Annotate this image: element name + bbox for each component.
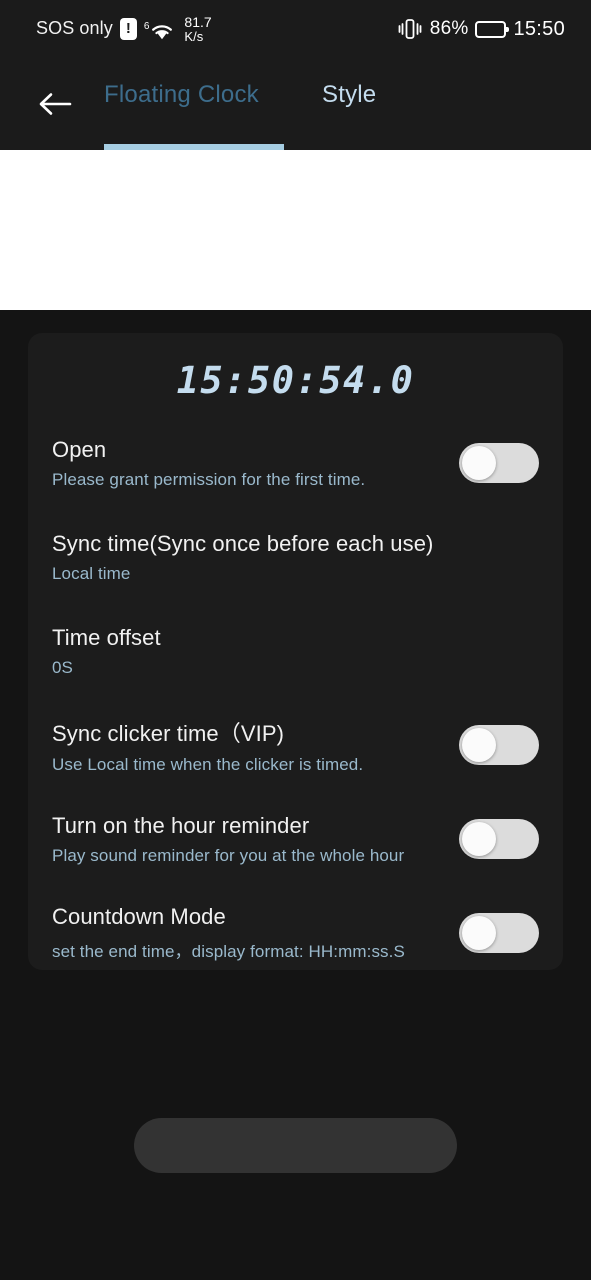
- wifi-generation-label: 6: [143, 20, 150, 32]
- tab-floating-clock[interactable]: Floating Clock: [104, 81, 259, 109]
- setting-row-sync-time[interactable]: Sync time(Sync once before each use) Loc…: [28, 510, 563, 604]
- setting-subtitle: Use Local time when the clicker is timed…: [52, 754, 364, 774]
- setting-row-open[interactable]: Open Please grant permission for the fir…: [28, 416, 563, 510]
- toggle-knob: [462, 916, 496, 950]
- toggle-knob: [462, 446, 496, 480]
- setting-title: Sync clicker time（VIP): [52, 720, 285, 746]
- back-arrow-icon: [39, 93, 72, 115]
- setting-title: Time offset: [52, 624, 161, 650]
- setting-row-hour-reminder[interactable]: Turn on the hour reminder Play sound rem…: [28, 792, 563, 886]
- settings-card: 15:50:54.0 Open Please grant permission …: [28, 333, 563, 970]
- blank-ad-panel: [0, 150, 591, 310]
- warning-icon: !: [119, 17, 137, 40]
- setting-row-texts: Open Please grant permission for the fir…: [52, 437, 365, 490]
- setting-subtitle: Please grant permission for the first ti…: [52, 469, 366, 489]
- network-speed-value: 81.7: [184, 14, 212, 31]
- setting-row-texts: Sync time(Sync once before each use) Loc…: [52, 531, 433, 584]
- setting-title: Countdown Mode: [52, 904, 226, 929]
- setting-subtitle: set the end time，display format: HH:mm:s…: [52, 942, 405, 961]
- toggle-countdown-mode[interactable]: [459, 913, 539, 953]
- toggle-sync-clicker-time[interactable]: [459, 725, 539, 765]
- status-bar: SOS only ! 6 81.7 K/s 86% 15:50: [0, 0, 591, 58]
- setting-row-texts: Sync clicker time（VIP) Use Local time wh…: [52, 716, 363, 775]
- status-bar-left: SOS only ! 6 81.7 K/s: [36, 15, 212, 43]
- vibrate-icon: [398, 19, 422, 39]
- bottom-placeholder-bar[interactable]: [134, 1118, 457, 1173]
- network-speed-unit: K/s: [184, 28, 204, 44]
- floating-clock-preview: 15:50:54.0: [176, 359, 415, 402]
- status-bar-right: 86% 15:50: [397, 18, 565, 41]
- battery-percent-label: 86%: [429, 18, 469, 39]
- wifi-glyph: [152, 25, 173, 40]
- back-button[interactable]: [31, 84, 79, 124]
- status-bar-clock: 15:50: [513, 17, 565, 40]
- setting-subtitle: Play sound reminder for you at the whole…: [52, 845, 405, 865]
- network-speed: 81.7 K/s: [184, 15, 211, 43]
- wifi-icon: 6: [144, 17, 175, 41]
- setting-row-texts: Time offset 0S: [52, 625, 161, 678]
- tab-bar: Floating Clock Style: [0, 58, 591, 150]
- setting-row-countdown-mode[interactable]: Countdown Mode set the end time，display …: [28, 886, 563, 980]
- toggle-knob: [462, 728, 496, 762]
- setting-subtitle: 0S: [52, 657, 73, 677]
- phone-screen: SOS only ! 6 81.7 K/s 86% 15:50 Floating…: [0, 0, 591, 1280]
- toggle-open[interactable]: [459, 443, 539, 483]
- toggle-knob: [462, 822, 496, 856]
- battery-icon: [475, 20, 510, 38]
- setting-title: Open: [52, 436, 107, 462]
- tab-style[interactable]: Style: [322, 81, 376, 109]
- setting-row-time-offset[interactable]: Time offset 0S: [28, 604, 563, 698]
- setting-row-texts: Turn on the hour reminder Play sound rem…: [52, 813, 404, 866]
- setting-title: Sync time(Sync once before each use): [52, 530, 434, 556]
- carrier-label: SOS only: [36, 18, 113, 39]
- setting-title: Turn on the hour reminder: [52, 812, 310, 838]
- setting-row-texts: Countdown Mode set the end time，display …: [52, 904, 405, 962]
- toggle-hour-reminder[interactable]: [459, 819, 539, 859]
- setting-subtitle: Local time: [52, 563, 131, 583]
- setting-row-sync-clicker-time[interactable]: Sync clicker time（VIP) Use Local time wh…: [28, 698, 563, 792]
